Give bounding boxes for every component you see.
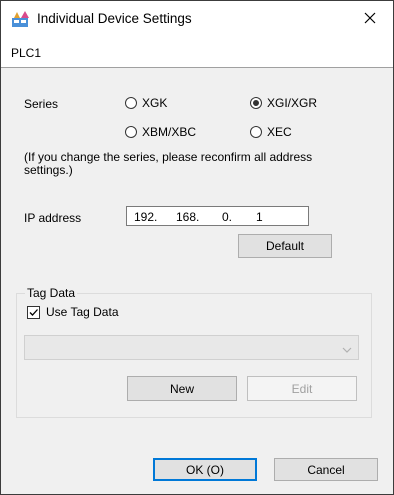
ip-octet-4[interactable]: 1 (256, 210, 263, 224)
ip-address-field[interactable]: 192. 168. 0. 1 (126, 206, 309, 226)
radio-xgk[interactable]: XGK (125, 96, 167, 110)
default-button[interactable]: Default (238, 234, 332, 258)
window-title: Individual Device Settings (37, 11, 192, 26)
use-tag-data-checkbox[interactable]: Use Tag Data (27, 305, 119, 319)
radio-label: XGK (142, 96, 168, 110)
radio-circle (125, 97, 137, 109)
checkmark-icon (29, 308, 38, 316)
chevron-down-icon (342, 343, 352, 357)
radio-circle (125, 126, 137, 138)
ip-octet-3[interactable]: 0. (222, 210, 232, 224)
radio-label: XGI/XGR (267, 96, 318, 110)
dialog-window: Individual Device Settings PLC1 Series X… (0, 0, 394, 495)
device-name: PLC1 (11, 46, 42, 60)
edit-button[interactable]: Edit (247, 376, 357, 401)
ip-octet-1[interactable]: 192. (134, 210, 157, 224)
series-note: (If you change the series, please reconf… (24, 150, 313, 177)
ok-button[interactable]: OK (O) (153, 458, 257, 481)
tag-data-group-label: Tag Data (25, 286, 78, 300)
radio-label: XEC (267, 125, 292, 139)
tag-data-dropdown[interactable] (24, 335, 359, 360)
use-tag-data-label: Use Tag Data (46, 305, 119, 319)
settings-device-icon (11, 10, 31, 28)
cancel-button[interactable]: Cancel (274, 458, 378, 481)
new-button[interactable]: New (127, 376, 237, 401)
ip-address-label: IP address (24, 211, 82, 225)
radio-xec[interactable]: XEC (250, 125, 292, 139)
ip-octet-2[interactable]: 168. (176, 210, 199, 224)
radio-xbm-xbc[interactable]: XBM/XBC (125, 125, 196, 139)
checkbox-box (27, 305, 40, 319)
series-label: Series (24, 97, 59, 111)
radio-circle (250, 126, 262, 138)
radio-label: XBM/XBC (142, 125, 197, 139)
radio-circle-selected (250, 97, 262, 109)
close-icon (364, 12, 376, 27)
device-header: PLC1 (1, 37, 393, 68)
radio-xgi-xgr[interactable]: XGI/XGR (250, 96, 317, 110)
close-button[interactable] (347, 1, 393, 37)
title-bar: Individual Device Settings (1, 1, 393, 37)
